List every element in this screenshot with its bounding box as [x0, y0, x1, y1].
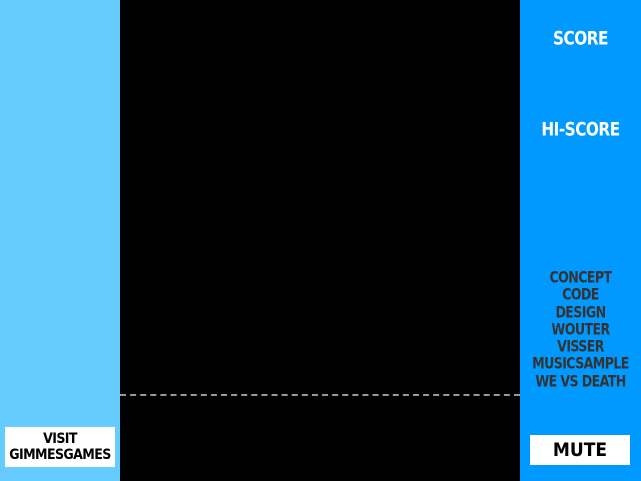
visit-label-line2: GIMMESGAMES — [9, 447, 111, 463]
mute-button[interactable]: MUTE — [530, 435, 630, 465]
ground-dashed-line — [120, 394, 520, 396]
score-label: SCORE — [553, 28, 608, 50]
left-sidebar: VISIT GIMMESGAMES — [0, 0, 120, 481]
right-sidebar: SCORE HI-SCORE CONCEPT CODE DESIGN WOUTE… — [520, 0, 641, 481]
visit-label-line1: VISIT — [43, 431, 77, 447]
game-play-area[interactable] — [120, 0, 520, 481]
hiscore-label: HI-SCORE — [541, 119, 620, 141]
credit-line: WE VS DEATH — [535, 372, 626, 391]
credits-block: CONCEPT CODE DESIGN WOUTER VISSER MUSICS… — [520, 269, 641, 391]
visit-gimmesgames-button[interactable]: VISIT GIMMESGAMES — [5, 427, 115, 467]
